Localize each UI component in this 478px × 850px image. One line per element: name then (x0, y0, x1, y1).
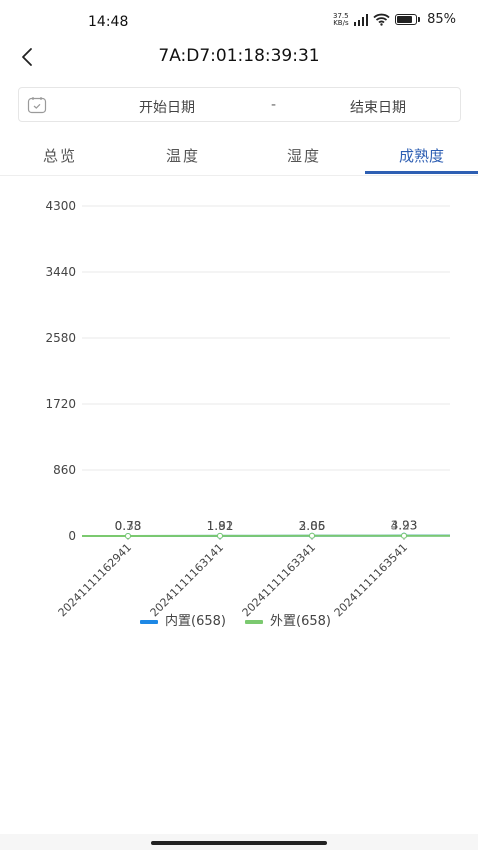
legend-label: 外置(658) (270, 614, 331, 629)
active-tab-indicator (365, 171, 478, 174)
legend-label: 内置(658) (165, 613, 226, 629)
start-date-field[interactable]: 开始日期 (139, 97, 195, 117)
y-tick-label: 1720 (45, 397, 76, 411)
status-bar: 14:48 37.5 KB/s 85% (0, 0, 478, 40)
tab-overview[interactable]: 总览 (0, 138, 120, 174)
battery-percent: 85% (427, 12, 456, 27)
x-tick-label: 20241111163141 (148, 541, 226, 619)
data-label: 1.81 (207, 519, 234, 533)
data-label: 0.33 (115, 519, 142, 533)
wifi-icon (373, 13, 390, 26)
tab-temperature[interactable]: 温度 (123, 138, 243, 174)
data-point (401, 532, 407, 539)
data-point (125, 532, 131, 539)
x-tick-label: 20241111163341 (240, 541, 318, 619)
data-label: 2.85 (299, 519, 326, 533)
date-range-picker[interactable]: 开始日期 - 结束日期 (18, 87, 461, 122)
navigation-bar: 7A:D7:01:18:39:31 (0, 38, 478, 74)
battery-icon (395, 14, 421, 25)
end-date-field[interactable]: 结束日期 (350, 97, 406, 117)
status-time: 14:48 (88, 14, 129, 30)
y-tick-label: 860 (53, 463, 76, 477)
y-tick-label: 3440 (45, 265, 76, 279)
y-tick-label: 0 (68, 529, 76, 543)
line-chart: 4300344025801720860020241111162941 202411… (45, 199, 450, 629)
data-label: 3.93 (391, 519, 418, 533)
y-tick-label: 2580 (45, 331, 76, 345)
legend-swatch (140, 620, 158, 624)
data-point (309, 532, 315, 539)
calendar-icon (27, 97, 47, 114)
status-icons: 37.5 KB/s 85% (333, 12, 456, 27)
tab-bar: 总览 温度 湿度 成熟度 (0, 138, 478, 176)
home-indicator[interactable] (151, 841, 327, 845)
legend-swatch (245, 620, 263, 624)
x-tick-label: 20241111162941 (56, 541, 134, 619)
data-point (217, 532, 223, 539)
network-speed: 37.5 KB/s (333, 12, 349, 27)
tab-humidity[interactable]: 湿度 (244, 138, 364, 174)
cellular-signal-icon (353, 13, 369, 26)
x-tick-label: 20241111163541 (332, 541, 410, 619)
y-tick-label: 4300 (45, 199, 76, 213)
page-title: 7A:D7:01:18:39:31 (158, 46, 320, 66)
tab-maturity[interactable]: 成熟度 (365, 138, 478, 174)
maturity-chart: 4300 3440 2580 1720 860 0 20241111162941 202411… (0, 190, 478, 650)
network-speed-unit: KB/s (333, 18, 349, 27)
date-separator: - (271, 97, 277, 113)
